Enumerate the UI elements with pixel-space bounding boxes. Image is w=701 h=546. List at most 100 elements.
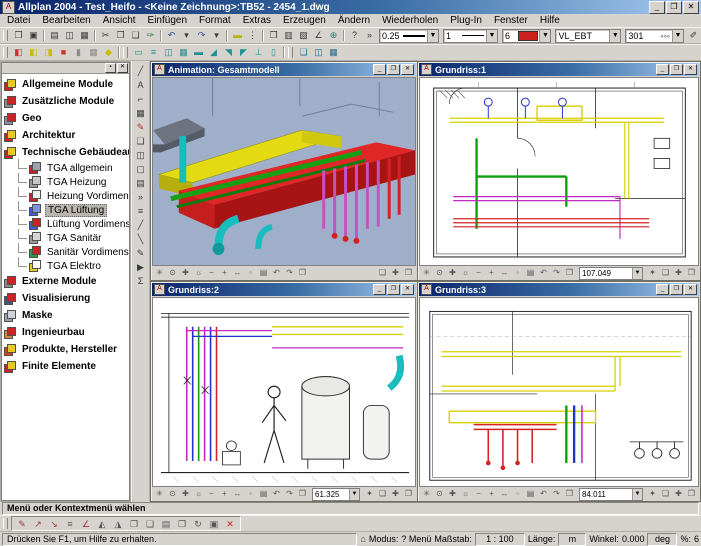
sidebar-item-produkte-hersteller[interactable]: Produkte, Hersteller — [4, 341, 129, 358]
sidebar-item-tga-heizung[interactable]: TGA Heizung — [18, 175, 129, 189]
viewport-title-bar[interactable]: A Grundriss:3 _ ❐ ✕ — [419, 283, 699, 296]
pin-icon[interactable]: ✦ — [646, 488, 659, 500]
cut-icon[interactable]: ✂ — [98, 29, 113, 42]
sidebar-item-lueftung-vordimensionierung[interactable]: Lüftung Vordimensionierung — [18, 217, 129, 231]
line-style-combo[interactable]: 1 ▼ — [443, 28, 498, 43]
print-preview-icon[interactable]: ◫ — [62, 29, 77, 42]
previous-view-icon[interactable]: ◦ — [511, 488, 524, 500]
window-split-icon[interactable]: ✚ — [389, 488, 402, 500]
sidebar-item-finite-elemente[interactable]: Finite Elemente — [4, 358, 129, 375]
scale-combo[interactable]: 107.049 ▼ — [579, 266, 643, 280]
toolbar-grip[interactable] — [3, 518, 8, 529]
restore-icon[interactable]: ❐ — [670, 284, 683, 295]
pan-horizontal-icon[interactable]: ↔ — [231, 267, 244, 279]
riser-icon[interactable]: ▮ — [71, 46, 86, 59]
pan-icon[interactable]: ✚ — [179, 267, 192, 279]
duct-tool-icon[interactable]: ◧ — [11, 46, 26, 59]
edit-pen-icon[interactable]: ✐ — [686, 29, 701, 42]
menu-format[interactable]: Format — [193, 14, 237, 27]
laenge-value[interactable]: m — [558, 532, 587, 546]
window-cascade-icon[interactable]: ❏ — [376, 267, 389, 279]
sidebar-item-geo[interactable]: Geo — [4, 110, 129, 127]
text-icon[interactable]: A — [133, 79, 148, 93]
sum-icon[interactable]: Σ — [133, 275, 148, 289]
zoom-all-icon[interactable]: ✳ — [153, 267, 166, 279]
view-redo-icon[interactable]: ↷ — [550, 267, 563, 279]
measure-icon[interactable]: ∠ — [311, 29, 326, 42]
sidebar-item-allgemeine-module[interactable]: Allgemeine Module — [4, 76, 129, 93]
sidebar-item-architektur[interactable]: Architektur — [4, 127, 129, 144]
overflow-icon[interactable]: » — [362, 29, 377, 42]
duplicate-icon[interactable]: ❒ — [174, 518, 190, 530]
redo-icon[interactable]: ↷ — [194, 29, 209, 42]
grundriss-2-canvas[interactable] — [152, 297, 416, 487]
menu-erzeugen[interactable]: Erzeugen — [277, 14, 332, 27]
format-brush-icon[interactable]: ✑ — [143, 29, 158, 42]
mirror-right-icon[interactable]: ◮ — [110, 518, 126, 530]
menu-fenster[interactable]: Fenster — [488, 14, 534, 27]
layer-combo[interactable]: VL_EBT ▼ — [555, 28, 622, 43]
menu-aendern[interactable]: Ändern — [332, 14, 376, 27]
screenshot-icon[interactable]: ▦ — [77, 29, 92, 42]
delete-icon[interactable]: ✕ — [222, 518, 238, 530]
zoom-section-icon[interactable]: ⊙ — [166, 488, 179, 500]
window-cascade-icon[interactable]: ❏ — [659, 267, 672, 279]
print-icon[interactable]: ▤ — [47, 29, 62, 42]
toolbar-grip[interactable] — [288, 47, 293, 58]
sidebar-item-visualisierung[interactable]: Visualisierung — [4, 290, 129, 307]
segment-combo[interactable]: 301 ◦◦◦ ▼ — [625, 28, 684, 43]
chevron-down-icon[interactable]: ▼ — [485, 29, 497, 42]
window-copy-icon[interactable]: ❐ — [402, 488, 415, 500]
close-icon[interactable]: ✕ — [684, 284, 697, 295]
previous-view-icon[interactable]: ◦ — [244, 488, 257, 500]
backslash-icon[interactable]: ╲ — [133, 233, 148, 247]
lines-icon[interactable]: ≡ — [133, 205, 148, 219]
menu-datei[interactable]: Datei — [1, 14, 36, 27]
grundriss-1-canvas[interactable] — [419, 77, 699, 266]
flex-duct-icon[interactable]: ◆ — [101, 46, 116, 59]
branch-icon[interactable]: ◥ — [221, 46, 236, 59]
correction-pen-icon[interactable]: ✎ — [14, 518, 30, 530]
parallel-icon[interactable]: ≡ — [62, 518, 78, 530]
pan-horizontal-icon[interactable]: ↔ — [231, 488, 244, 500]
toolbar-grip[interactable] — [3, 30, 8, 41]
pan-icon[interactable]: ✚ — [179, 488, 192, 500]
redo-dropdown-icon[interactable]: ▾ — [209, 29, 224, 42]
regen-icon[interactable]: ☼ — [459, 267, 472, 279]
pen-icon[interactable]: ✎ — [133, 247, 148, 261]
save-icon[interactable]: ▣ — [26, 29, 41, 42]
save-view-icon[interactable]: ❒ — [296, 488, 309, 500]
line-draw-icon[interactable]: ╱ — [133, 65, 148, 79]
mirror-left-icon[interactable]: ◭ — [94, 518, 110, 530]
sidebar-item-tga-lueftung[interactable]: TGA Lüftung — [18, 203, 129, 217]
transition-tool-icon[interactable]: ◨ — [41, 46, 56, 59]
zoom-section-icon[interactable]: ⊙ — [433, 267, 446, 279]
view-redo-icon[interactable]: ↷ — [550, 488, 563, 500]
menu-plugin[interactable]: Plug-In — [444, 14, 488, 27]
menu-extras[interactable]: Extras — [237, 14, 277, 27]
viewport-title-bar[interactable]: A Grundriss:2 _ ❐ ✕ — [152, 283, 416, 296]
pin-icon[interactable]: ▪ — [105, 63, 116, 73]
duct-part-icon[interactable]: ■ — [56, 46, 71, 59]
zoom-in-icon[interactable]: + — [218, 488, 231, 500]
duct-grid-icon[interactable]: ▦ — [176, 46, 191, 59]
window-tile-icon[interactable]: ◫ — [311, 46, 326, 59]
pan-horizontal-icon[interactable]: ↔ — [498, 488, 511, 500]
minimize-icon[interactable]: _ — [373, 64, 386, 75]
grille-icon[interactable]: ▦ — [86, 46, 101, 59]
diagonal-icon[interactable]: ╱ — [133, 219, 148, 233]
restore-icon[interactable]: ❐ — [670, 64, 683, 75]
context-help-icon[interactable]: ? — [347, 29, 362, 42]
duct-solid-icon[interactable]: ▬ — [191, 46, 206, 59]
regen-icon[interactable]: ☼ — [459, 488, 472, 500]
save-view-icon[interactable]: ❒ — [296, 267, 309, 279]
window-new-icon[interactable]: ▦ — [326, 46, 341, 59]
sidebar-item-tga-elektro[interactable]: TGA Elektro — [18, 259, 129, 273]
pan-icon[interactable]: ✚ — [446, 488, 459, 500]
window-cascade-icon[interactable]: ❏ — [376, 488, 389, 500]
line-icon[interactable]: ▬ — [230, 29, 245, 42]
minimize-icon[interactable]: _ — [656, 64, 669, 75]
pen-color-combo[interactable]: 6 ▼ — [501, 28, 552, 43]
hatch-icon[interactable]: ▦ — [133, 107, 148, 121]
pointer-icon[interactable]: ▶ — [133, 261, 148, 275]
